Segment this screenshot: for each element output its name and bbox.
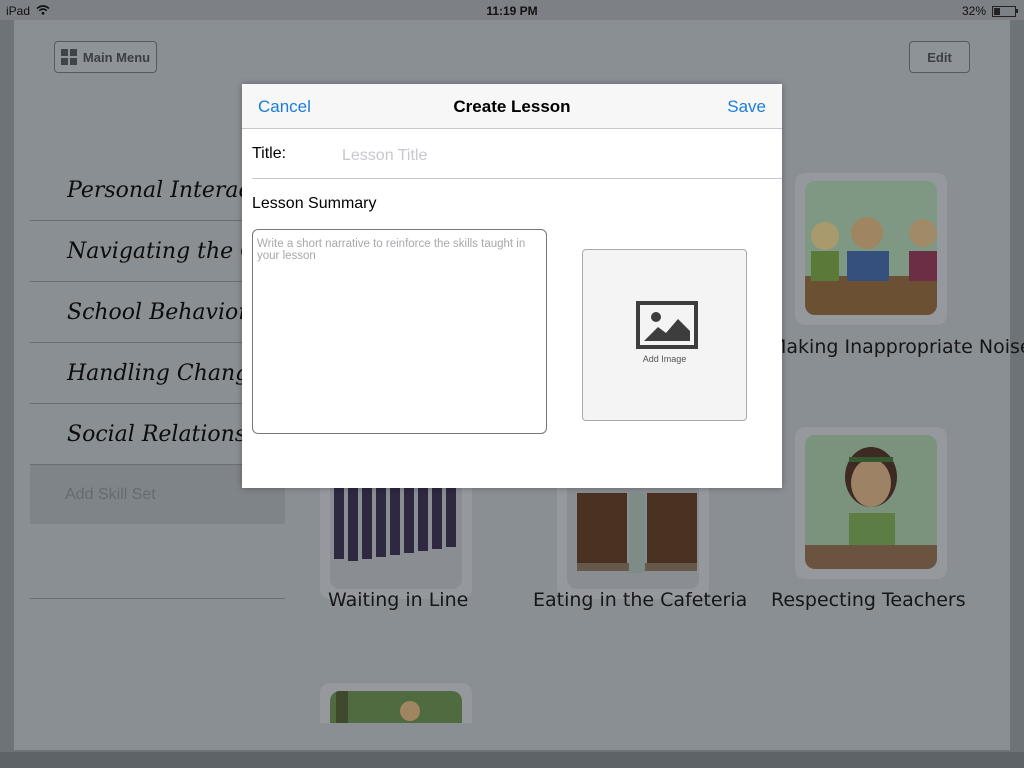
lesson-title-input[interactable] (340, 143, 764, 169)
clock: 11:19 PM (486, 4, 538, 18)
save-button[interactable]: Save (727, 97, 766, 117)
add-image-button[interactable]: Add Image (582, 249, 747, 421)
lesson-title: Making Inappropriate Noises (770, 336, 1024, 358)
add-image-label: Add Image (642, 354, 687, 364)
status-bar: iPad 11:19 PM 32% (0, 0, 1024, 20)
lesson-summary-label: Lesson Summary (252, 195, 377, 212)
main-menu-button[interactable]: Main Menu (54, 41, 157, 73)
image-icon (636, 301, 698, 354)
lesson-summary-input[interactable] (252, 229, 547, 434)
battery-icon (992, 5, 1018, 17)
lesson-tile[interactable] (795, 427, 947, 579)
classmates-illustration-icon (805, 181, 937, 315)
edit-button[interactable]: Edit (909, 41, 970, 73)
dialog-title: Create Lesson (453, 97, 571, 116)
classroom-illustration-icon (330, 691, 462, 723)
lesson-title: Eating in the Cafeteria (533, 589, 748, 611)
battery-percent: 32% (961, 4, 986, 18)
grid-icon (60, 49, 77, 65)
sad-girl-at-desk-illustration-icon (805, 435, 937, 569)
lesson-tile[interactable] (320, 683, 472, 723)
lesson-title: Waiting in Line (328, 589, 469, 611)
lesson-title: Respecting Teachers (771, 589, 966, 611)
divider (30, 598, 285, 599)
dialog-header: Cancel Create Lesson Save (242, 84, 782, 129)
bottom-bezel (0, 752, 1024, 768)
create-lesson-dialog: Cancel Create Lesson Save Title: Lesson … (242, 84, 782, 488)
divider (252, 178, 782, 179)
lesson-tile[interactable] (795, 173, 947, 325)
title-field-label: Title: (252, 145, 287, 162)
main-menu-label: Main Menu (82, 49, 151, 65)
